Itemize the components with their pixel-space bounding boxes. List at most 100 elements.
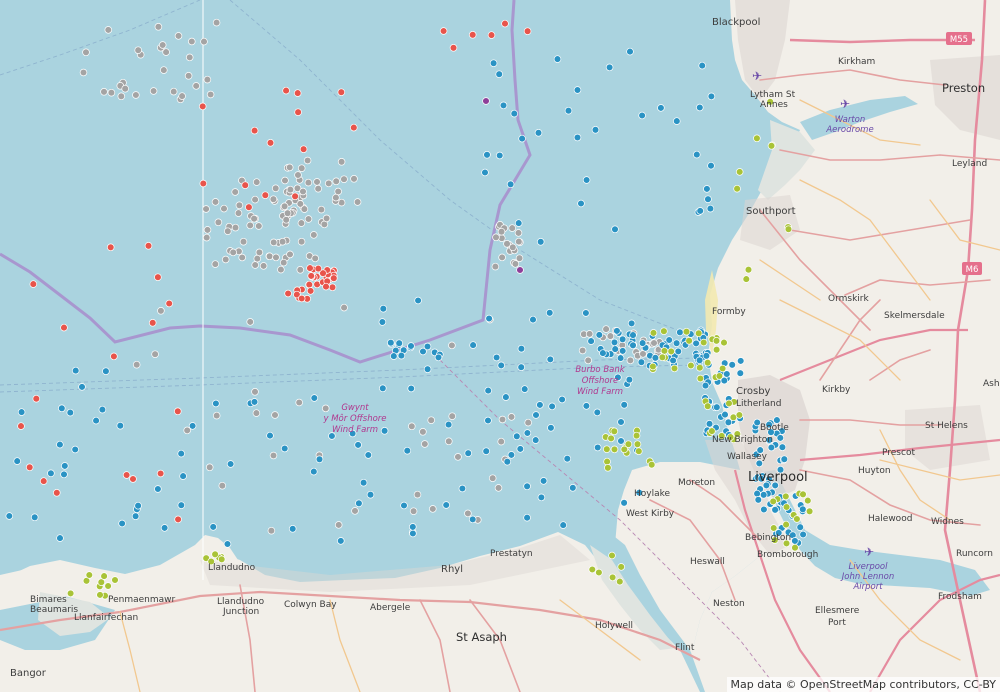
- vessel-marker-grey[interactable]: [585, 330, 594, 338]
- vessel-marker-red[interactable]: [314, 264, 323, 273]
- vessel-marker-green[interactable]: [96, 591, 104, 599]
- vessel-marker-grey[interactable]: [202, 233, 211, 242]
- vessel-marker-grey[interactable]: [353, 198, 362, 206]
- vessel-marker-green[interactable]: [744, 265, 753, 274]
- vessel-marker-grey[interactable]: [220, 204, 228, 213]
- map-canvas[interactable]: M55 M6 ✈ ✈ ✈ Blackpool Kirkham Preston L…: [0, 0, 1000, 692]
- vessel-marker-green[interactable]: [703, 402, 712, 410]
- vessel-marker-blue[interactable]: [582, 176, 591, 184]
- vessel-marker-grey[interactable]: [79, 68, 88, 77]
- vessel-marker-blue[interactable]: [58, 404, 66, 413]
- vessel-marker-grey[interactable]: [317, 205, 326, 214]
- vessel-marker-blue[interactable]: [696, 207, 704, 215]
- vessel-marker-grey[interactable]: [214, 218, 223, 227]
- vessel-marker-blue[interactable]: [626, 47, 634, 56]
- vessel-marker-grey[interactable]: [498, 415, 507, 424]
- vessel-marker-red[interactable]: [468, 31, 477, 39]
- vessel-marker-blue[interactable]: [523, 513, 531, 522]
- vessel-marker-grey[interactable]: [149, 87, 158, 95]
- vessel-marker-green[interactable]: [660, 327, 668, 335]
- vessel-marker-grey[interactable]: [239, 237, 248, 246]
- vessel-marker-grey[interactable]: [229, 248, 237, 257]
- vessel-marker-green[interactable]: [211, 550, 219, 559]
- vessel-marker-green[interactable]: [685, 337, 693, 345]
- vessel-marker-grey[interactable]: [408, 422, 416, 431]
- vessel-marker-blue[interactable]: [337, 537, 345, 545]
- vessel-marker-grey[interactable]: [255, 222, 263, 230]
- vessel-marker-blue[interactable]: [753, 489, 761, 498]
- vessel-marker-green[interactable]: [100, 572, 108, 580]
- vessel-marker-blue[interactable]: [704, 195, 712, 203]
- vessel-marker-grey[interactable]: [188, 37, 196, 46]
- vessel-marker-blue[interactable]: [390, 352, 398, 360]
- vessel-marker-grey[interactable]: [212, 18, 221, 27]
- vessel-marker-blue[interactable]: [707, 92, 716, 101]
- vessel-marker-grey[interactable]: [200, 37, 208, 46]
- vessel-marker-green[interactable]: [217, 555, 226, 564]
- vessel-marker-blue[interactable]: [692, 339, 700, 348]
- vessel-marker-blue[interactable]: [618, 347, 627, 355]
- vessel-marker-red[interactable]: [156, 469, 165, 478]
- vessel-marker-blue[interactable]: [513, 432, 521, 441]
- vessel-marker-grey[interactable]: [313, 178, 321, 186]
- vessel-marker-blue[interactable]: [209, 523, 217, 531]
- vessel-marker-grey[interactable]: [508, 224, 516, 232]
- vessel-marker-grey[interactable]: [421, 440, 429, 448]
- vessel-marker-grey[interactable]: [251, 261, 259, 269]
- vessel-marker-green[interactable]: [805, 507, 814, 516]
- vessel-marker-blue[interactable]: [56, 534, 64, 542]
- vessel-marker-grey[interactable]: [211, 198, 220, 206]
- vessel-marker-blue[interactable]: [92, 416, 100, 425]
- vessel-marker-blue[interactable]: [364, 451, 373, 459]
- vessel-marker-grey[interactable]: [107, 88, 116, 97]
- vessel-marker-blue[interactable]: [629, 341, 637, 350]
- vessel-marker-blue[interactable]: [546, 355, 555, 364]
- vessel-marker-green[interactable]: [712, 345, 721, 354]
- vessel-marker-grey[interactable]: [265, 252, 274, 261]
- vessel-marker-blue[interactable]: [503, 457, 512, 466]
- vessel-marker-blue[interactable]: [400, 501, 408, 510]
- vessel-marker-green[interactable]: [682, 327, 691, 336]
- vessel-marker-blue[interactable]: [593, 443, 602, 452]
- vessel-marker-blue[interactable]: [516, 445, 525, 453]
- vessel-marker-blue[interactable]: [611, 345, 619, 353]
- vessel-marker-red[interactable]: [144, 242, 153, 250]
- vessel-marker-green[interactable]: [720, 338, 728, 347]
- vessel-marker-red[interactable]: [291, 192, 299, 201]
- vessel-marker-blue[interactable]: [760, 505, 768, 514]
- vessel-marker-grey[interactable]: [246, 221, 254, 230]
- vessel-marker-grey[interactable]: [271, 411, 279, 419]
- vessel-marker-grey[interactable]: [584, 356, 592, 365]
- vessel-marker-grey[interactable]: [269, 195, 278, 203]
- vessel-marker-grey[interactable]: [514, 229, 523, 237]
- vessel-marker-green[interactable]: [708, 427, 716, 435]
- vessel-marker-blue[interactable]: [713, 403, 721, 411]
- vessel-marker-grey[interactable]: [497, 437, 505, 446]
- vessel-marker-grey[interactable]: [340, 175, 348, 183]
- vessel-marker-blue[interactable]: [71, 445, 79, 454]
- vessel-marker-blue[interactable]: [492, 353, 501, 362]
- vessel-marker-blue[interactable]: [736, 369, 745, 377]
- vessel-marker-blue[interactable]: [577, 199, 585, 208]
- vessel-marker-grey[interactable]: [297, 164, 306, 172]
- vessel-marker-grey[interactable]: [337, 158, 346, 166]
- vessel-marker-green[interactable]: [647, 460, 656, 469]
- vessel-marker-blue[interactable]: [651, 354, 660, 362]
- vessel-marker-blue[interactable]: [354, 441, 362, 449]
- vessel-marker-blue[interactable]: [558, 395, 566, 404]
- vessel-marker-blue[interactable]: [582, 309, 590, 317]
- vessel-marker-blue[interactable]: [179, 472, 187, 480]
- vessel-marker-green[interactable]: [610, 445, 619, 454]
- vessel-marker-blue[interactable]: [510, 109, 519, 118]
- vessel-marker-grey[interactable]: [259, 262, 268, 270]
- vessel-marker-grey[interactable]: [160, 66, 168, 74]
- vessel-marker-blue[interactable]: [599, 349, 607, 357]
- vessel-marker-red[interactable]: [198, 102, 207, 111]
- vessel-marker-blue[interactable]: [495, 151, 504, 160]
- vessel-marker-blue[interactable]: [536, 401, 544, 409]
- vessel-marker-blue[interactable]: [315, 455, 324, 464]
- vessel-marker-grey[interactable]: [409, 507, 418, 515]
- vessel-marker-blue[interactable]: [721, 410, 729, 419]
- vessel-marker-blue[interactable]: [481, 168, 489, 177]
- vessel-marker-blue[interactable]: [707, 161, 715, 170]
